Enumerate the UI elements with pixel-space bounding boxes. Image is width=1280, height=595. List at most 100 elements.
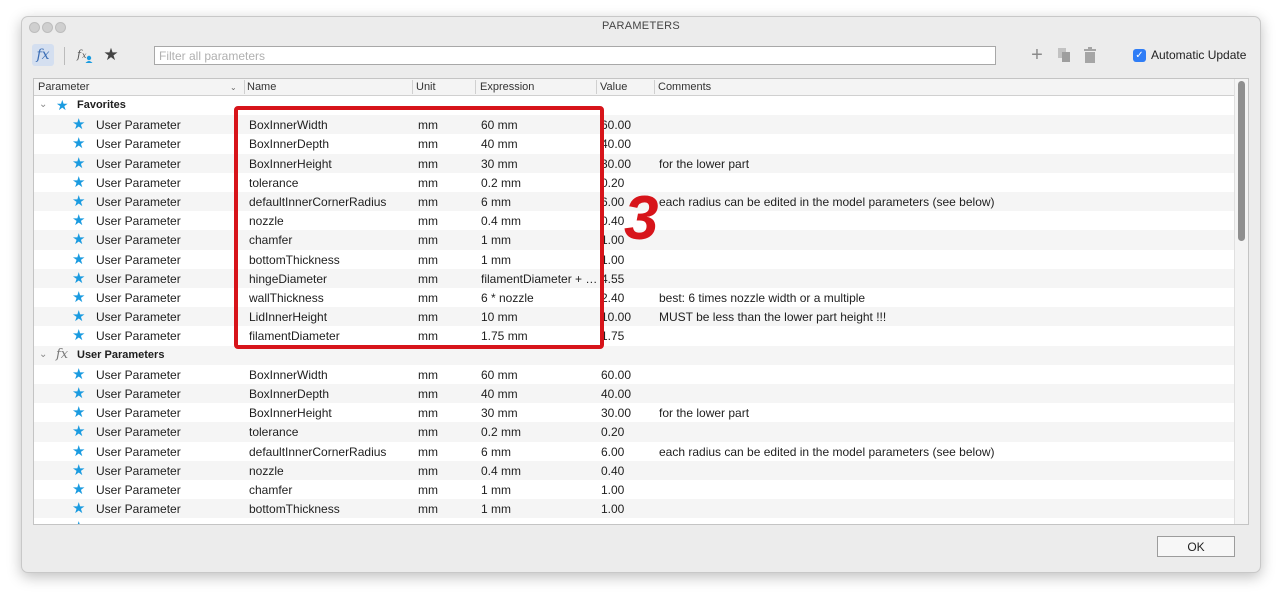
- table-row[interactable]: ★ User Parameter BoxInnerHeight mm 30 mm 30.0…: [34, 153, 1234, 173]
- table-row[interactable]: ★ User Parameter hingeDiameter mm filamentDi…: [34, 268, 1234, 288]
- row-type: User Parameter: [96, 137, 181, 152]
- favorite-star-icon[interactable]: ★: [72, 193, 85, 210]
- column-divider: [596, 80, 597, 94]
- filter-input[interactable]: [154, 46, 996, 65]
- row-value: 60.00: [601, 367, 632, 382]
- row-unit: mm: [418, 444, 438, 459]
- row-name: BoxInnerWidth: [249, 367, 328, 382]
- row-value: 60.00: [601, 118, 632, 133]
- table-row[interactable]: ★: [34, 518, 1234, 524]
- toolbar-divider: [64, 47, 65, 65]
- column-header-unit[interactable]: Unit: [416, 81, 436, 93]
- favorite-star-icon[interactable]: ★: [72, 174, 85, 191]
- table-row[interactable]: ★ User Parameter BoxInnerWidth mm 60 mm 60.00: [34, 115, 1234, 135]
- step-number-annotation: 3: [624, 184, 659, 253]
- column-header-name[interactable]: Name: [247, 81, 276, 93]
- row-type: User Parameter: [96, 252, 181, 267]
- copy-parameter-icon[interactable]: [1053, 44, 1075, 66]
- table-row[interactable]: ★ User Parameter wallThickness mm 6 * nozzle…: [34, 288, 1234, 307]
- row-value: 1.00: [601, 252, 625, 267]
- table-header: Parameter ⌄ Name Unit Expression Value C…: [34, 79, 1234, 96]
- row-name: nozzle: [249, 463, 284, 478]
- add-parameter-icon[interactable]: +: [1026, 44, 1048, 66]
- row-type: User Parameter: [96, 310, 181, 325]
- row-type: User Parameter: [96, 387, 181, 401]
- row-comment: for the lower part: [659, 156, 750, 171]
- row-value: 40.00: [601, 387, 632, 401]
- table-row[interactable]: ★ User Parameter tolerance mm 0.2 mm 0.20: [34, 422, 1234, 442]
- favorites-star-icon[interactable]: ★: [100, 44, 122, 66]
- table-row[interactable]: ★ User Parameter LidInnerHeight mm 10 mm 10.0…: [34, 307, 1234, 327]
- ok-button[interactable]: OK: [1157, 536, 1235, 557]
- group-row-favorites[interactable]: ⌄ ★ Favorites: [34, 96, 1234, 115]
- favorite-star-icon[interactable]: ★: [72, 116, 85, 133]
- vertical-scrollbar[interactable]: [1234, 79, 1248, 524]
- row-type: User Parameter: [96, 195, 181, 209]
- table-row[interactable]: ★ User Parameter filamentDiameter mm 1.75 mm…: [34, 326, 1234, 345]
- star-icon: ★: [56, 97, 69, 113]
- favorite-star-icon[interactable]: ★: [72, 308, 85, 325]
- favorite-star-icon[interactable]: ★: [72, 462, 85, 479]
- row-name: tolerance: [249, 425, 299, 440]
- table-row[interactable]: ★ User Parameter BoxInnerDepth mm 40 mm 40.00: [34, 384, 1234, 404]
- row-value: 10.00: [601, 310, 632, 325]
- favorite-star-icon[interactable]: ★: [72, 481, 85, 498]
- trash-glyph: [1084, 47, 1096, 63]
- row-expression: 60 mm: [481, 367, 518, 382]
- favorite-star-icon[interactable]: ★: [72, 366, 85, 383]
- row-unit: mm: [418, 502, 438, 517]
- favorite-star-icon[interactable]: ★: [72, 231, 85, 248]
- row-name: bottomThickness: [249, 502, 340, 517]
- favorite-star-icon[interactable]: ★: [72, 327, 85, 344]
- column-header-expression[interactable]: Expression: [480, 81, 534, 93]
- sort-chevron-icon[interactable]: ⌄: [230, 83, 237, 92]
- favorite-star-icon[interactable]: ★: [72, 251, 85, 268]
- favorite-star-icon[interactable]: ★: [72, 500, 85, 517]
- column-header-parameter[interactable]: Parameter: [38, 81, 89, 93]
- favorite-star-icon[interactable]: ★: [72, 270, 85, 287]
- parameters-table: Parameter ⌄ Name Unit Expression Value C…: [33, 78, 1249, 525]
- delete-parameter-icon[interactable]: [1079, 44, 1101, 66]
- row-comment: best: 6 times nozzle width or a multiple: [659, 291, 866, 305]
- favorite-star-icon[interactable]: ★: [72, 519, 85, 524]
- function-icon[interactable]: fx: [32, 44, 54, 66]
- favorite-star-icon[interactable]: ★: [72, 443, 85, 460]
- row-type: User Parameter: [96, 502, 181, 517]
- table-row[interactable]: ★ User Parameter chamfer mm 1 mm 1.00: [34, 480, 1234, 499]
- user-function-icon[interactable]: f x: [74, 44, 96, 66]
- automatic-update-label: Automatic Update: [1151, 48, 1247, 62]
- favorite-star-icon[interactable]: ★: [72, 404, 85, 421]
- column-header-comments[interactable]: Comments: [658, 81, 711, 93]
- row-value: 6.00: [601, 195, 625, 209]
- group-row-user_params[interactable]: ⌄ fx User Parameters: [34, 345, 1234, 365]
- favorite-star-icon[interactable]: ★: [72, 135, 85, 152]
- favorite-star-icon[interactable]: ★: [72, 385, 85, 402]
- table-row[interactable]: ★ User Parameter bottomThickness mm 1 mm 1.00: [34, 499, 1234, 519]
- favorite-star-icon[interactable]: ★: [72, 289, 85, 306]
- row-expression: 1 mm: [481, 502, 511, 517]
- row-expression: 40 mm: [481, 387, 518, 401]
- title-bar: PARAMETERS: [22, 17, 1260, 37]
- checkbox-checked-icon[interactable]: ✓: [1133, 48, 1146, 62]
- row-type: User Parameter: [96, 483, 181, 497]
- row-type: User Parameter: [96, 291, 181, 305]
- favorite-star-icon[interactable]: ★: [72, 212, 85, 229]
- table-row[interactable]: ★ User Parameter nozzle mm 0.4 mm 0.40: [34, 460, 1234, 480]
- table-row[interactable]: ★ User Parameter BoxInnerHeight mm 30 mm 30.0…: [34, 403, 1234, 422]
- row-value: 30.00: [601, 156, 632, 171]
- row-expression: 1 mm: [481, 483, 511, 497]
- row-value: 2.40: [601, 291, 625, 305]
- chevron-down-icon[interactable]: ⌄: [39, 99, 47, 110]
- table-row[interactable]: ★ User Parameter defaultInnerCornerRadius m…: [34, 442, 1234, 461]
- chevron-down-icon[interactable]: ⌄: [39, 349, 47, 360]
- favorite-star-icon[interactable]: ★: [72, 423, 85, 440]
- table-row[interactable]: ★ User Parameter BoxInnerDepth mm 40 mm 40.00: [34, 134, 1234, 153]
- column-header-value[interactable]: Value: [600, 81, 627, 93]
- favorite-star-icon[interactable]: ★: [72, 155, 85, 172]
- row-type: User Parameter: [96, 463, 181, 478]
- scrollbar-thumb[interactable]: [1238, 81, 1245, 241]
- table-row[interactable]: ★ User Parameter BoxInnerWidth mm 60 mm 60.00: [34, 365, 1234, 384]
- parameters-dialog: PARAMETERS fx f x ★ + Filter all paramet…: [21, 16, 1261, 573]
- automatic-update-toggle[interactable]: ✓ Automatic Update: [1133, 48, 1246, 62]
- group-label: Favorites: [77, 99, 126, 111]
